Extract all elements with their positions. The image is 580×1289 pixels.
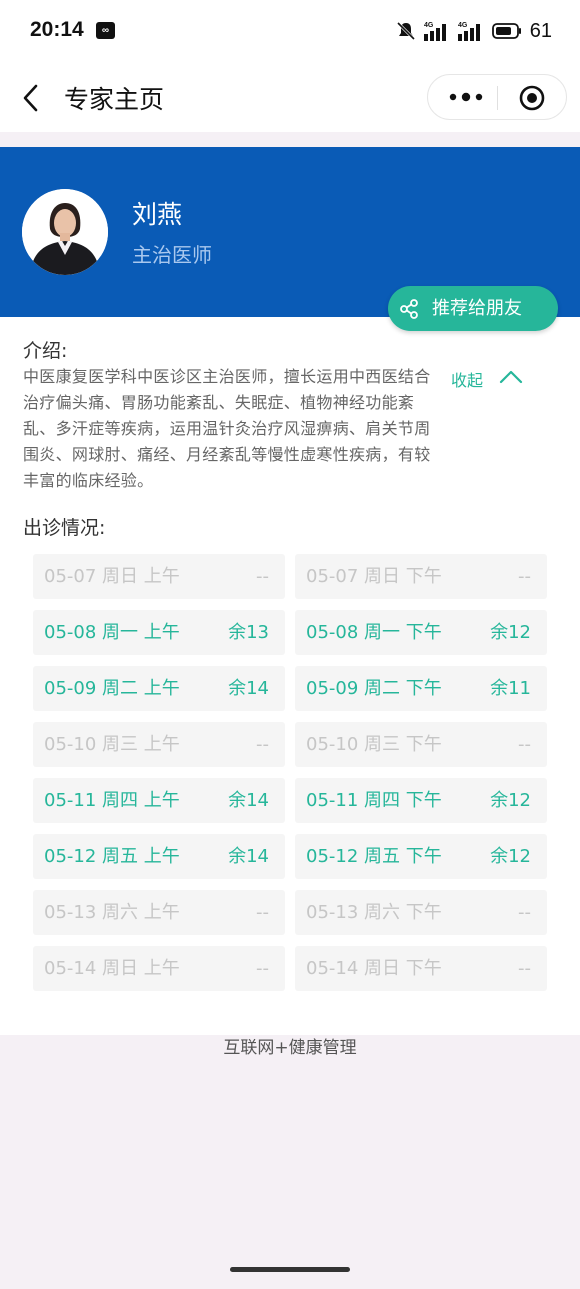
slot-availability: --	[256, 734, 269, 755]
doctor-name: 刘燕	[132, 200, 183, 229]
slot-availability: 余12	[490, 790, 531, 811]
slot-date: 05-10 周三 下午	[306, 734, 442, 755]
slot-availability: 余14	[228, 678, 269, 699]
slot-availability: 余11	[490, 678, 531, 699]
schedule-slot-pm[interactable]: 05-09 周二 下午 余11	[295, 666, 547, 711]
signal-4g-icon: 4G	[423, 22, 446, 41]
home-indicator	[230, 1267, 350, 1272]
chevron-up-icon[interactable]	[498, 369, 524, 385]
slot-availability: --	[256, 566, 269, 587]
slot-availability: --	[518, 902, 531, 923]
schedule-slot-am[interactable]: 05-09 周二 上午 余14	[33, 666, 285, 711]
recommend-to-friend-button[interactable]: 推荐给朋友	[388, 286, 558, 331]
doctor-photo	[22, 189, 108, 275]
share-icon	[400, 299, 418, 319]
slot-date: 05-09 周二 上午	[44, 678, 180, 699]
app-notification-icon: ∞	[96, 22, 115, 39]
page-title: 专家主页	[64, 85, 165, 114]
schedule-slot-pm: 05-14 周日 下午 --	[295, 946, 547, 991]
schedule-slot-pm[interactable]: 05-12 周五 下午 余12	[295, 834, 547, 879]
target-icon[interactable]	[519, 85, 545, 111]
slot-availability: 余12	[490, 622, 531, 643]
status-time: 20:14	[30, 18, 84, 41]
intro-heading: 介绍:	[23, 340, 68, 362]
avatar	[22, 189, 108, 275]
slot-date: 05-12 周五 上午	[44, 846, 180, 867]
status-bar: 20:14 ∞ 4G 4G 61	[0, 0, 580, 62]
slot-date: 05-13 周六 上午	[44, 902, 180, 923]
slot-date: 05-11 周四 上午	[44, 790, 180, 811]
slot-date: 05-11 周四 下午	[306, 790, 442, 811]
slot-date: 05-14 周日 上午	[44, 958, 180, 979]
schedule-slot-am[interactable]: 05-11 周四 上午 余14	[33, 778, 285, 823]
slot-availability: 余14	[228, 846, 269, 867]
more-dots-icon[interactable]	[446, 75, 486, 119]
slot-date: 05-12 周五 下午	[306, 846, 442, 867]
collapse-link[interactable]: 收起	[451, 367, 483, 391]
slot-availability: --	[256, 902, 269, 923]
schedule-slot-pm: 05-07 周日 下午 --	[295, 554, 547, 599]
slot-date: 05-07 周日 上午	[44, 566, 180, 587]
schedule-slot-am: 05-07 周日 上午 --	[33, 554, 285, 599]
slot-date: 05-07 周日 下午	[306, 566, 442, 587]
schedule-slot-pm[interactable]: 05-11 周四 下午 余12	[295, 778, 547, 823]
schedule-slot-am: 05-10 周三 上午 --	[33, 722, 285, 767]
mute-icon	[396, 21, 415, 41]
schedule-slot-am: 05-14 周日 上午 --	[33, 946, 285, 991]
back-chevron-icon[interactable]	[20, 84, 44, 112]
slot-availability: 余12	[490, 846, 531, 867]
slot-date: 05-09 周二 下午	[306, 678, 442, 699]
battery-icon	[491, 23, 521, 39]
mini-program-capsule	[427, 74, 567, 120]
doctor-title: 主治医师	[132, 243, 212, 267]
svg-text:4G: 4G	[458, 22, 468, 29]
schedule-slot-am: 05-13 周六 上午 --	[33, 890, 285, 935]
slot-date: 05-14 周日 下午	[306, 958, 442, 979]
nav-bar: 专家主页	[0, 62, 580, 132]
share-button-label: 推荐给朋友	[432, 298, 522, 319]
svg-text:4G: 4G	[424, 22, 434, 29]
slot-availability: 余14	[228, 790, 269, 811]
signal-4g-icon: 4G	[457, 22, 480, 41]
footer-text: 互联网+健康管理	[223, 1038, 357, 1058]
slot-availability: --	[518, 958, 531, 979]
status-right-icons: 4G 4G 61	[396, 18, 552, 44]
slot-availability: --	[256, 958, 269, 979]
slot-availability: --	[518, 566, 531, 587]
slot-date: 05-13 周六 下午	[306, 902, 442, 923]
battery-level: 61	[529, 19, 552, 42]
slot-date: 05-08 周一 下午	[306, 622, 442, 643]
slot-date: 05-10 周三 上午	[44, 734, 180, 755]
schedule-slot-pm[interactable]: 05-08 周一 下午 余12	[295, 610, 547, 655]
slot-availability: --	[518, 734, 531, 755]
schedule-heading: 出诊情况:	[23, 517, 106, 539]
capsule-divider	[497, 86, 498, 110]
schedule-slot-pm: 05-10 周三 下午 --	[295, 722, 547, 767]
schedule-slot-am[interactable]: 05-12 周五 上午 余14	[33, 834, 285, 879]
schedule-slot-am[interactable]: 05-08 周一 上午 余13	[33, 610, 285, 655]
intro-text: 中医康复医学科中医诊区主治医师，擅长运用中西医结合治疗偏头痛、胃肠功能紊乱、失眠…	[23, 367, 431, 490]
schedule-slot-pm: 05-13 周六 下午 --	[295, 890, 547, 935]
slot-date: 05-08 周一 上午	[44, 622, 180, 643]
slot-availability: 余13	[228, 622, 269, 643]
